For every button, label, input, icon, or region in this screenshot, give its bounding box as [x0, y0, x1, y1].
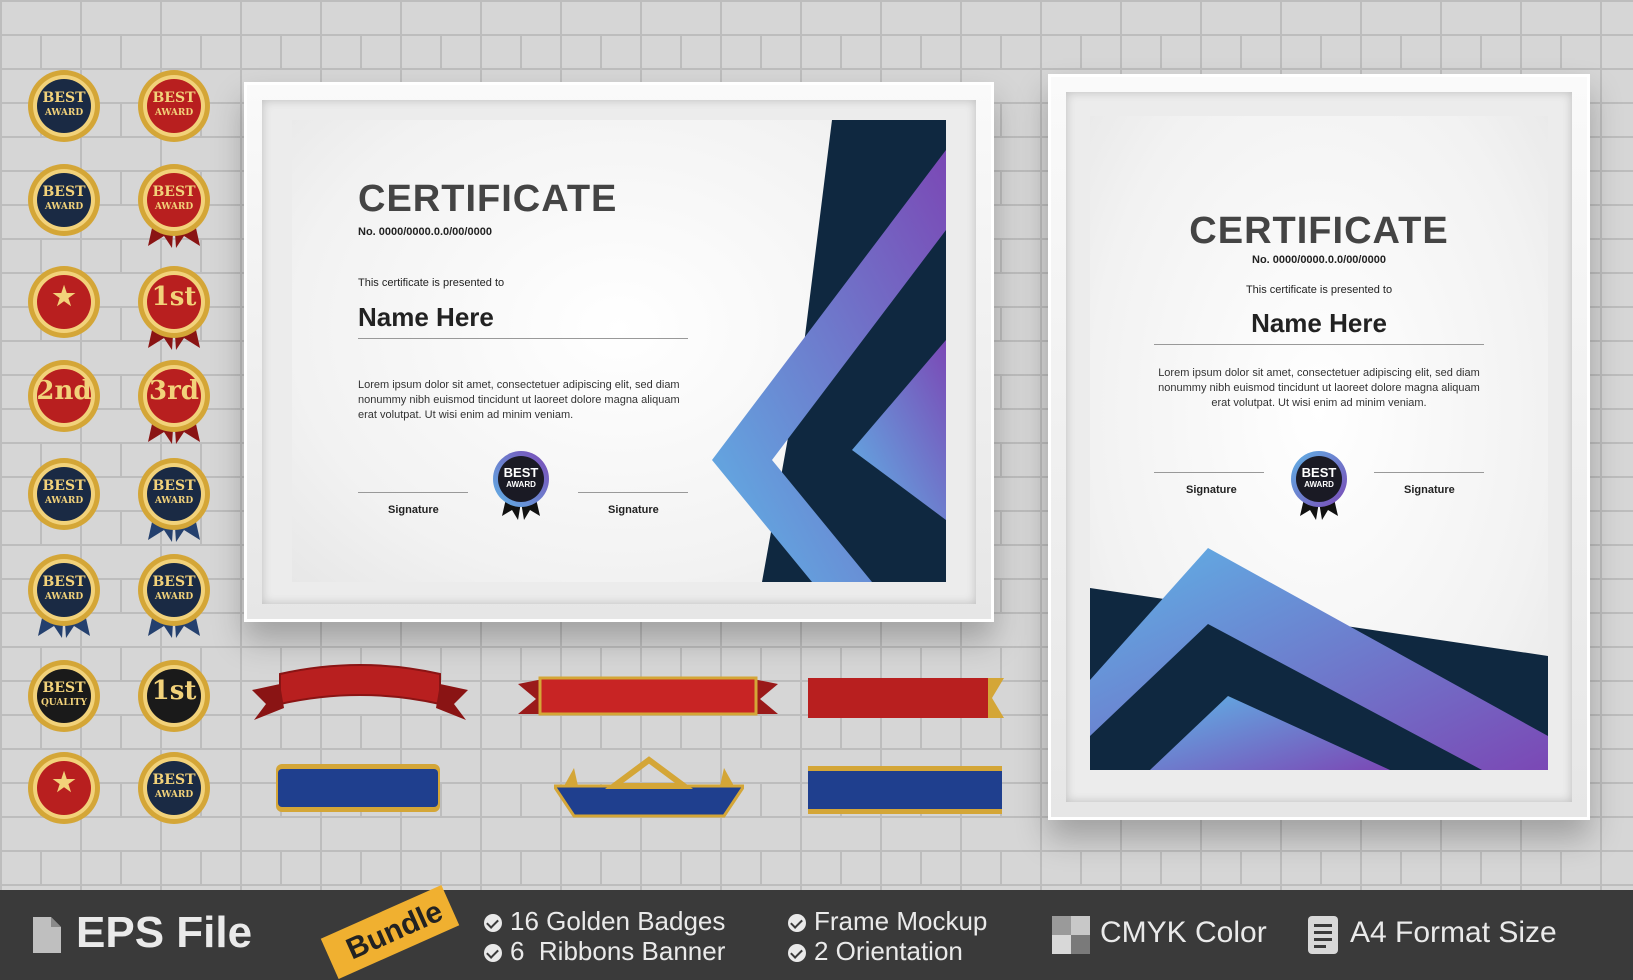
landscape-name: Name Here: [358, 302, 494, 332]
badge-text-main: BEST: [152, 574, 196, 590]
badge-text-sub: AWARD: [154, 790, 194, 800]
landscape-seal: BEST AWARD: [492, 450, 550, 522]
golden-badge: ★: [24, 748, 104, 838]
portrait-seal-line1: BEST: [1301, 465, 1337, 480]
ribbon-blue-crown: [554, 756, 744, 818]
badge-text-main: BEST: [152, 478, 196, 494]
a4-format-label: A4 Format Size: [1350, 916, 1557, 949]
ribbon-red-curved: [252, 664, 468, 720]
portrait-signature-right: Signature: [1404, 484, 1455, 496]
golden-badge: 3rd: [134, 356, 214, 446]
landscape-name-line: [358, 338, 688, 339]
landscape-sig-line-left: [358, 492, 468, 493]
badge-text-sub: AWARD: [154, 202, 194, 212]
golden-badge: BEST AWARD: [24, 454, 104, 544]
landscape-seal-line1: BEST: [503, 465, 539, 480]
badge-text-main: 1st: [151, 676, 197, 706]
golden-badge: BEST AWARD: [134, 160, 214, 250]
ribbon-blue-plain: [808, 766, 1002, 814]
badge-text-sub: AWARD: [44, 496, 84, 506]
landscape-number: No. 0000/0000.0.0/00/0000: [358, 226, 492, 238]
landscape-title: CERTIFICATE: [358, 178, 618, 220]
portrait-name: Name Here: [1251, 308, 1387, 338]
cmyk-label: CMYK Color: [1100, 916, 1267, 949]
feature-orientation-label: 2 Orientation: [814, 936, 963, 966]
feature-frame-label: Frame Mockup: [814, 906, 988, 936]
landscape-certificate: CERTIFICATE No. 0000/0000.0.0/00/0000 Th…: [292, 120, 946, 582]
portrait-name-line: [1154, 344, 1484, 345]
document-icon: [1308, 916, 1338, 954]
landscape-seal-line2: AWARD: [506, 480, 536, 489]
badge-text-main: BEST: [42, 574, 86, 590]
feature-badges: 16 Golden Badges: [484, 906, 725, 937]
feature-badges-label: 16 Golden Badges: [510, 906, 726, 936]
feature-orientation: 2 Orientation: [788, 936, 963, 967]
landscape-presented: This certificate is presented to: [358, 277, 505, 289]
file-icon: [33, 917, 61, 953]
portrait-frame: CERTIFICATE No. 0000/0000.0.0/00/0000 Th…: [1048, 74, 1590, 820]
badge-text-sub: QUALITY: [40, 698, 88, 708]
feature-ribbons: 6 Ribbons Banner: [484, 936, 725, 967]
check-icon: [484, 914, 502, 933]
golden-badge: BEST AWARD: [24, 160, 104, 250]
ribbon-red-flat-gold: [518, 676, 778, 716]
check-icon: [788, 944, 806, 963]
badge-text-main: BEST: [42, 478, 86, 494]
portrait-seal: BEST AWARD: [1290, 450, 1348, 522]
badge-text-main: ★: [52, 768, 76, 798]
golden-badge: 1st: [134, 262, 214, 352]
landscape-body: Lorem ipsum dolor sit amet, consectetuer…: [358, 379, 680, 421]
landscape-signature-left: Signature: [388, 504, 439, 516]
golden-badge: BEST AWARD: [24, 550, 104, 640]
badge-text-main: BEST: [152, 90, 196, 106]
portrait-title: CERTIFICATE: [1189, 210, 1449, 252]
badge-text-sub: AWARD: [44, 108, 84, 118]
badge-text-main: BEST: [42, 184, 86, 200]
portrait-certificate: CERTIFICATE No. 0000/0000.0.0/00/0000 Th…: [1090, 116, 1548, 770]
ribbon-blue-gold: [276, 764, 440, 812]
badge-text-main: BEST: [42, 680, 86, 696]
golden-badge: BEST AWARD: [24, 66, 104, 156]
badge-text-main: ★: [52, 282, 76, 312]
check-icon: [484, 944, 502, 963]
portrait-body: Lorem ipsum dolor sit amet, consectetuer…: [1158, 367, 1480, 409]
golden-badge: BEST AWARD: [134, 748, 214, 838]
landscape-frame: CERTIFICATE No. 0000/0000.0.0/00/0000 Th…: [244, 82, 994, 622]
portrait-sig-line-left: [1154, 472, 1264, 473]
golden-badge: BEST AWARD: [134, 454, 214, 544]
golden-badge: ★: [24, 262, 104, 352]
golden-badge: BEST AWARD: [134, 66, 214, 156]
badge-text-sub: AWARD: [44, 202, 84, 212]
badge-text-sub: AWARD: [154, 108, 194, 118]
portrait-signature-left: Signature: [1186, 484, 1237, 496]
badge-text-main: BEST: [152, 772, 196, 788]
portrait-presented: This certificate is presented to: [1245, 284, 1393, 296]
bottom-info-bar: EPS File Bundle 16 Golden Badges 6 Ribbo…: [0, 885, 1633, 980]
landscape-sig-line-right: [578, 492, 688, 493]
feature-frame: Frame Mockup: [788, 906, 987, 937]
golden-badge: BEST AWARD: [134, 550, 214, 640]
badge-text-sub: AWARD: [154, 496, 194, 506]
golden-badge: 1st: [134, 656, 214, 746]
golden-badge: BEST QUALITY: [24, 656, 104, 746]
feature-ribbons-label: 6 Ribbons Banner: [510, 936, 726, 966]
badge-text-main: 1st: [151, 282, 197, 312]
badge-text-main: 2nd: [36, 376, 92, 406]
landscape-signature-right: Signature: [608, 504, 659, 516]
badge-text-main: BEST: [42, 90, 86, 106]
ribbon-red-plain: [808, 678, 1004, 718]
badge-text-main: 3rd: [149, 376, 199, 406]
badge-text-sub: AWARD: [44, 592, 84, 602]
portrait-seal-line2: AWARD: [1304, 480, 1334, 489]
cmyk-icon: [1052, 916, 1090, 954]
portrait-number: No. 0000/0000.0.0/00/0000: [1252, 254, 1386, 266]
badge-text-main: BEST: [152, 184, 196, 200]
eps-file-label: EPS File: [76, 908, 253, 957]
golden-badge: 2nd: [24, 356, 104, 446]
badge-text-sub: AWARD: [154, 592, 194, 602]
portrait-sig-line-right: [1374, 472, 1484, 473]
check-icon: [788, 914, 806, 933]
